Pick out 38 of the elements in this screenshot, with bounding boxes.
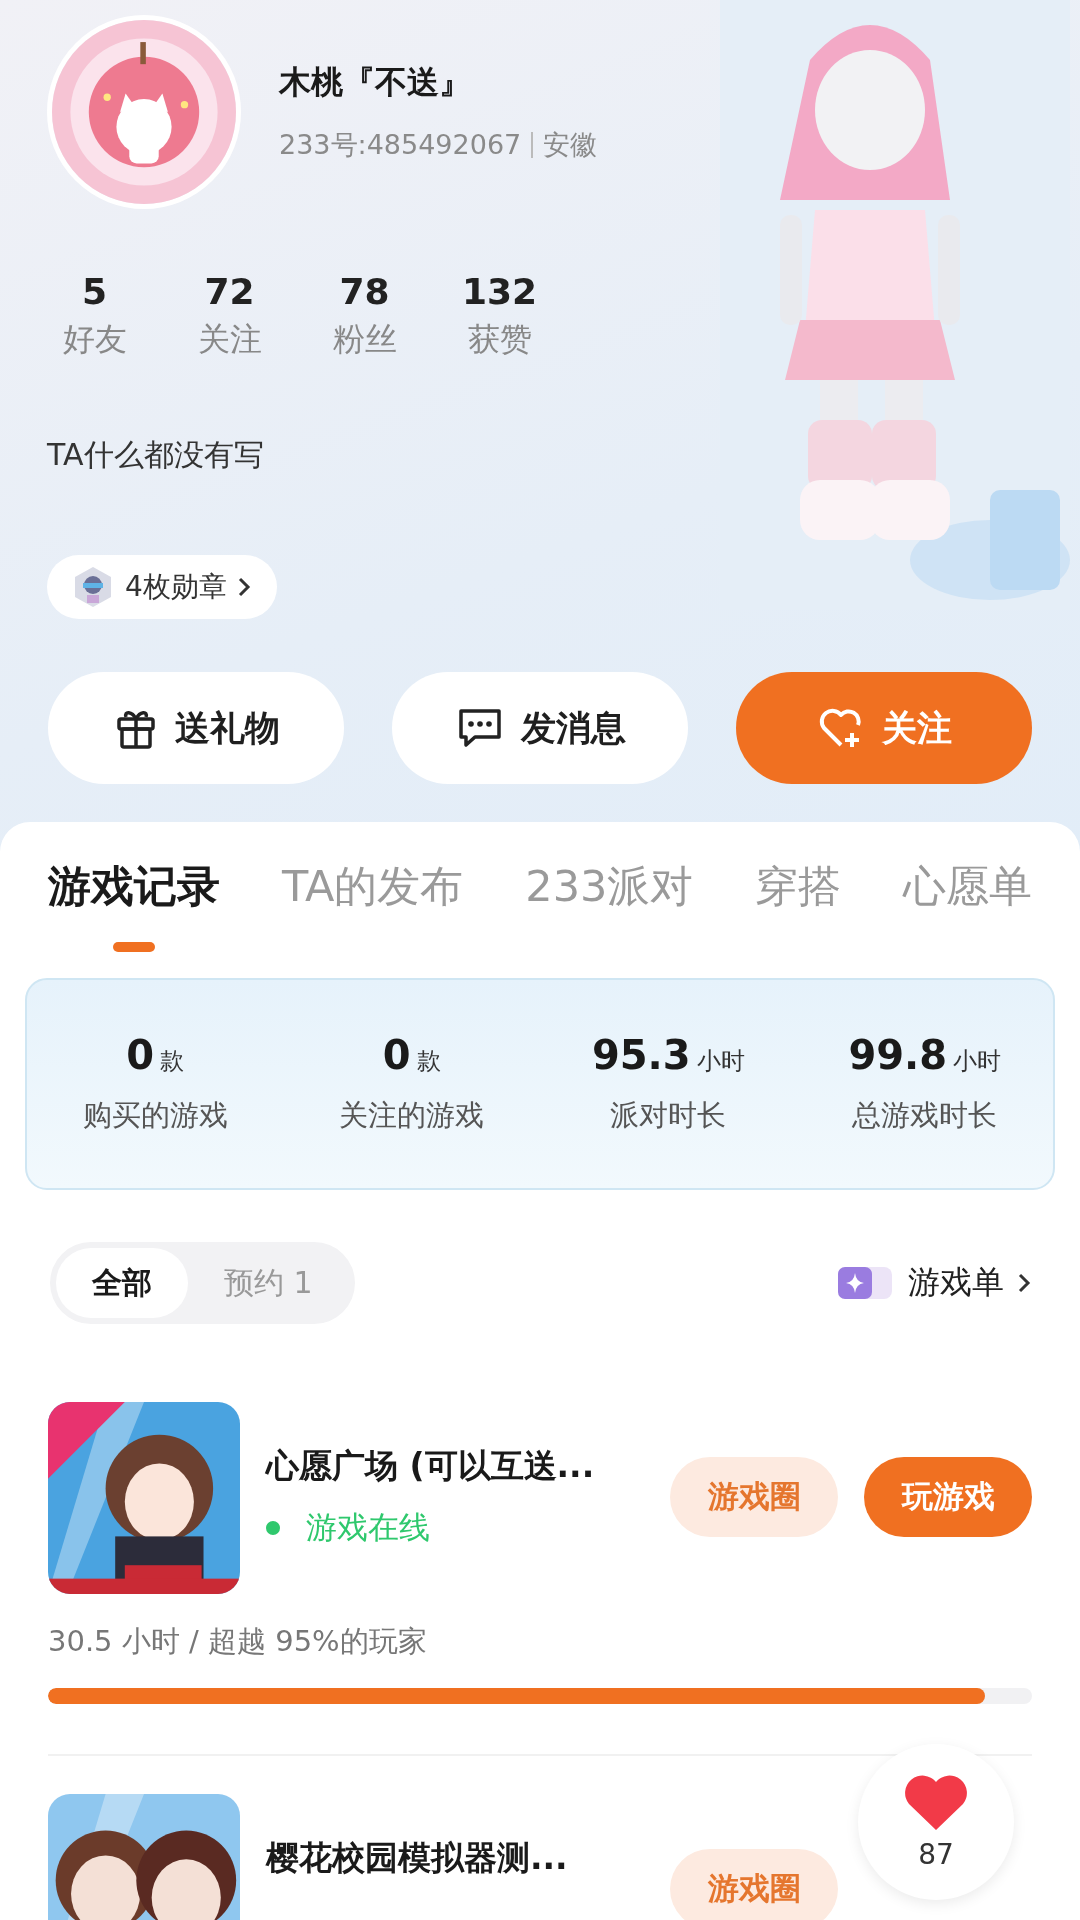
online-dot [266,1521,280,1535]
bio-text: TA什么都没有写 [47,436,265,474]
gift-button[interactable]: 送礼物 [48,672,344,784]
stat-value: 99.8 [848,1032,948,1078]
game-title[interactable]: 心愿广场 (可以互送... [266,1444,644,1489]
stat-unit: 小时 [953,1046,1002,1077]
game-list-link[interactable]: 游戏单 [836,1261,1032,1305]
filter-option[interactable]: 全部 [56,1248,188,1318]
chevron-right-icon [236,576,251,598]
tab[interactable]: 游戏记录 [48,858,220,952]
stat-value: 72 [204,271,255,312]
stat-label: 获赞 [467,319,532,360]
stat-label: 粉丝 [332,319,397,360]
stat-label: 关注 [197,319,262,360]
medal-button[interactable]: 4枚勋章 [47,555,277,619]
stat-value: 5 [81,271,108,312]
message-button[interactable]: 发消息 [392,672,688,784]
stat-label: 好友 [62,319,127,360]
stat-value: 78 [339,271,390,312]
stat-value: 132 [461,271,538,312]
stat-label: 关注的游戏 [339,1097,485,1134]
stat-value: 95.3 [591,1032,691,1078]
stat-label: 派对时长 [610,1097,727,1134]
stat-value: 0 [126,1032,155,1078]
game-title[interactable]: 樱花校园模拟器测... [266,1836,644,1881]
game-status: 游戏在线 [306,1508,430,1547]
stat-unit: 小时 [696,1046,745,1077]
stat-unit: 款 [160,1046,185,1077]
playtime-text: 30.5 小时 / 超越 95%的玩家 [48,1623,428,1660]
user-name: 木桃『不送』 [279,62,472,103]
user-id: 233号:485492067 [279,128,522,162]
stat-label: 购买的游戏 [82,1097,228,1134]
stat-label: 总游戏时长 [852,1097,998,1134]
heart-icon [903,1773,969,1832]
chevron-right-icon [1016,1271,1032,1295]
user-region: 安徽 [543,128,598,162]
stat-value: 0 [382,1032,411,1078]
stat-unit: 款 [416,1046,441,1077]
